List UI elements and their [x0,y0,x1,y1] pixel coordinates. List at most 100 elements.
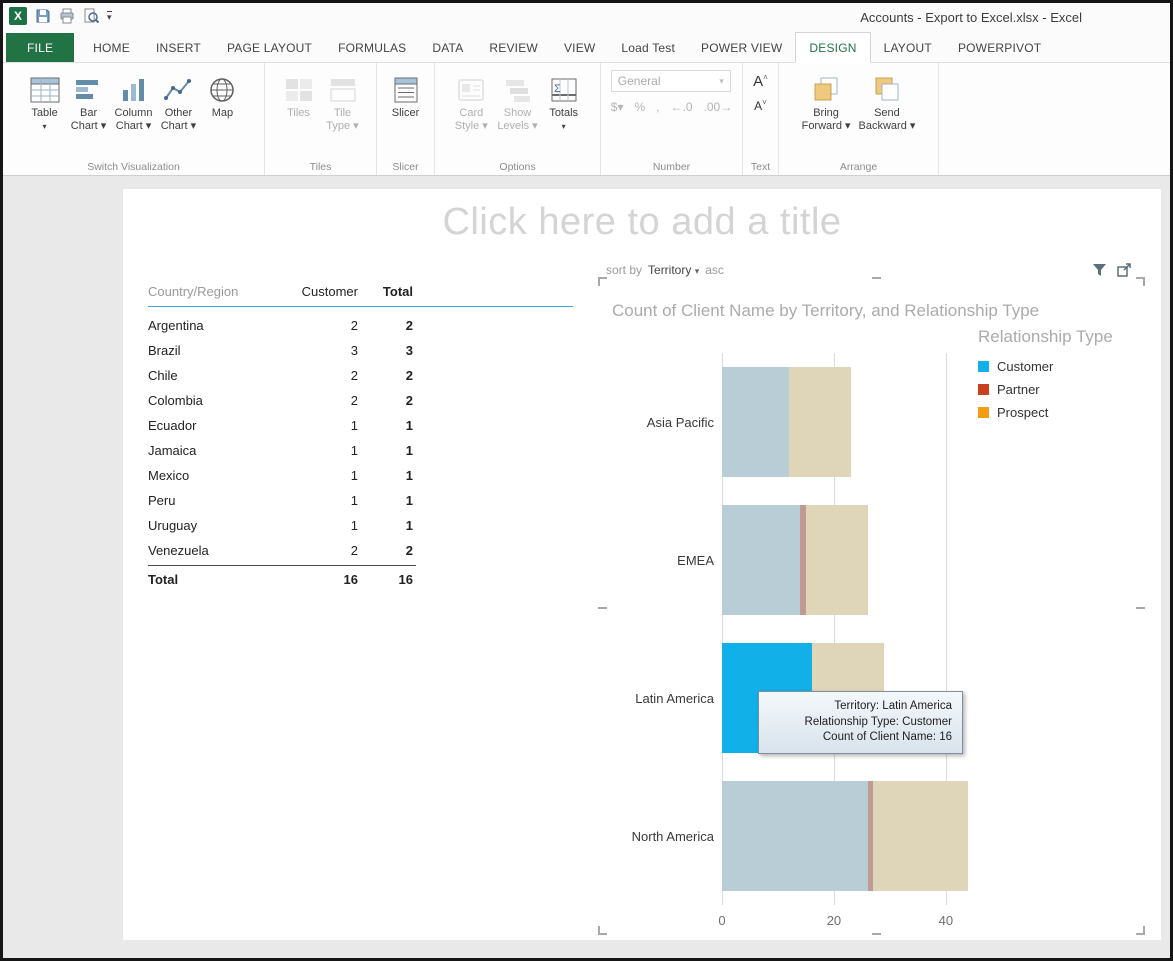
table-cell: 1 [293,443,358,458]
tab-page-layout[interactable]: PAGE LAYOUT [214,33,325,62]
table-cell: 2 [293,543,358,558]
table-cell: 2 [358,543,413,558]
resize-handle-top-right[interactable] [1136,277,1145,286]
tab-layout[interactable]: LAYOUT [871,33,945,62]
show-levels-icon [503,70,533,104]
table-row[interactable]: Peru11 [148,488,416,513]
table-cell: 1 [358,468,413,483]
bring-forward-button[interactable]: Bring Forward ▾ [798,66,855,133]
card-style-button: Card Style ▾ [449,66,493,133]
sort-order-toggle[interactable]: asc [705,263,724,277]
tab-view[interactable]: VIEW [551,33,608,62]
popout-icon[interactable] [1117,263,1132,282]
table-button[interactable]: Table ▾ [23,66,67,133]
chart-visual[interactable]: sort by Territory ▾ asc [598,263,1158,939]
bar-chart-button[interactable]: Bar Chart ▾ [67,66,111,133]
bar-segment-prospect[interactable] [873,781,968,891]
column-header-country: Country/Region [148,284,293,299]
resize-handle-bottom[interactable] [872,933,881,935]
print-preview-icon[interactable] [83,8,99,24]
x-axis: 02040 [722,913,1153,931]
tile-type-icon [328,70,358,104]
tab-design[interactable]: DESIGN [795,32,870,63]
group-label: Tiles [265,161,376,173]
column-chart-icon [119,70,149,104]
column-chart-button[interactable]: Column Chart ▾ [111,66,157,133]
table-cell: 2 [293,318,358,333]
stacked-bar [722,781,968,891]
table-row[interactable]: Brazil33 [148,338,416,363]
table-row[interactable]: Chile22 [148,363,416,388]
slicer-button[interactable]: Slicer [384,66,428,120]
table-cell: Jamaica [148,443,293,458]
send-backward-button[interactable]: Send Backward ▾ [855,66,920,133]
ribbon: Table ▾ Bar Chart ▾ Column Chart ▾ [3,63,1170,176]
category-axis: Asia PacificEMEALatin AmericaNorth Ameri… [598,353,714,905]
bar-segment-prospect[interactable] [806,505,868,615]
table-row[interactable]: Mexico11 [148,463,416,488]
resize-handle-top[interactable] [872,277,881,279]
table-row[interactable]: Argentina22 [148,313,416,338]
tiles-button: Tiles [277,66,321,120]
excel-logo-icon[interactable]: X [9,7,27,25]
ribbon-spacer [939,63,1170,175]
table-row[interactable]: Colombia22 [148,388,416,413]
table-row[interactable]: Venezuela22 [148,538,416,563]
other-chart-button[interactable]: Other Chart ▾ [156,66,200,133]
decrease-font-icon[interactable]: A˅ [754,95,767,114]
x-tick-label: 20 [827,913,841,928]
show-levels-button: Show Levels ▾ [493,66,541,133]
bar-segment-customer[interactable] [722,367,789,477]
tab-review[interactable]: REVIEW [476,33,551,62]
bar-row [722,353,1153,491]
group-switch-visualization: Table ▾ Bar Chart ▾ Column Chart ▾ [3,63,265,175]
category-label: North America [598,767,714,905]
group-number: General ▾ $▾ % , ←.0 .00→ Number [601,63,743,175]
table-visual[interactable]: Country/Region Customer Total Argentina2… [148,284,573,592]
resize-handle-top-left[interactable] [598,277,607,286]
save-icon[interactable] [35,8,51,24]
group-label: Text [743,161,778,173]
total-total: 16 [358,572,413,587]
table-row[interactable]: Jamaica11 [148,438,416,463]
table-header: Country/Region Customer Total [148,284,573,307]
qat-customize-icon[interactable]: ▾ [107,11,112,21]
tab-powerpivot[interactable]: POWERPIVOT [945,33,1054,62]
tab-data[interactable]: DATA [419,33,476,62]
excel-window: X ▾ Accounts - Export to Excel.xlsx - Ex… [0,0,1173,961]
tab-load-test[interactable]: Load Test [608,33,688,62]
tab-file[interactable]: FILE [6,33,74,62]
bring-forward-icon [811,70,841,104]
bar-chart-icon [74,70,104,104]
quick-access-toolbar: X ▾ [9,7,112,25]
decrease-decimal-icon: .00→ [704,100,733,114]
tooltip-line: Relationship Type: Customer [769,715,952,731]
tab-insert[interactable]: INSERT [143,33,214,62]
canvas: Click here to add a title Country/Region… [3,176,1170,958]
tab-power-view[interactable]: POWER VIEW [688,33,795,62]
map-button[interactable]: Map [200,66,244,120]
table-row[interactable]: Ecuador11 [148,413,416,438]
table-cell: 2 [293,368,358,383]
resize-handle-bottom-left[interactable] [598,926,607,935]
group-label: Arrange [779,161,938,173]
chevron-down-icon: ▾ [719,76,724,87]
totals-button[interactable]: Σ Totals ▾ [542,66,586,133]
quick-print-icon[interactable] [59,8,75,24]
report-title-placeholder[interactable]: Click here to add a title [123,201,1161,244]
tab-formulas[interactable]: FORMULAS [325,33,419,62]
bar-segment-customer[interactable] [722,781,868,891]
tab-home[interactable]: HOME [80,33,143,62]
bar-segment-prospect[interactable] [789,367,851,477]
table-cell: 2 [358,318,413,333]
sort-field-dropdown[interactable]: Territory ▾ [648,263,699,277]
increase-font-icon[interactable]: A˄ [753,70,768,89]
table-row[interactable]: Uruguay11 [148,513,416,538]
filter-icon[interactable] [1092,263,1107,282]
total-label: Total [148,572,293,587]
chevron-down-icon: ▾ [695,266,700,276]
group-label: Options [435,161,600,173]
bar-segment-customer[interactable] [722,505,800,615]
plot-area [722,353,1153,905]
table-cell: 3 [293,343,358,358]
